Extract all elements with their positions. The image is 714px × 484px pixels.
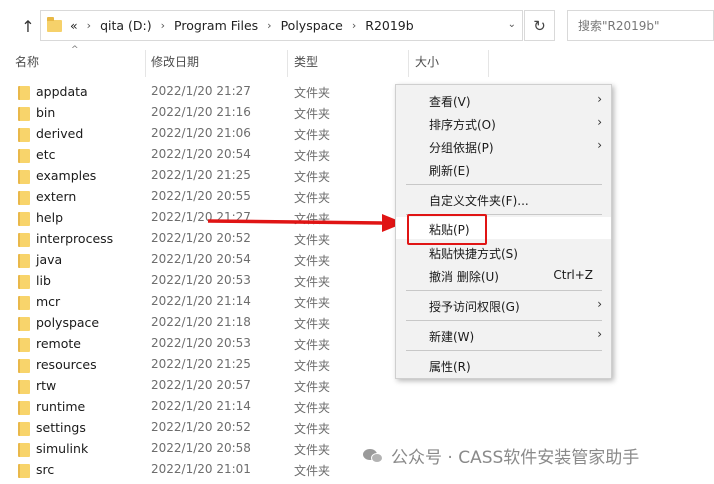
chevron-right-icon: ›	[597, 92, 602, 106]
menu-item-view[interactable]: 查看(V) ›	[396, 89, 611, 111]
wechat-icon	[363, 447, 385, 465]
watermark: 公众号 · CASS软件安装管家助手	[363, 443, 639, 468]
chevron-right-icon: ›	[597, 327, 602, 341]
menu-item-grant-access[interactable]: 授予访问权限(G) ›	[396, 294, 611, 316]
menu-item-customize-folder[interactable]: 自定义文件夹(F)...	[396, 188, 611, 210]
shortcut-label: Ctrl+Z	[553, 268, 593, 282]
menu-item-properties[interactable]: 属性(R)	[396, 354, 611, 376]
chevron-right-icon: ›	[597, 297, 602, 311]
watermark-text: 公众号 · CASS软件安装管家助手	[391, 448, 640, 468]
chevron-right-icon: ›	[597, 115, 602, 129]
menu-separator	[406, 290, 602, 291]
menu-separator	[406, 184, 602, 185]
chevron-right-icon: ›	[597, 138, 602, 152]
menu-item-group[interactable]: 分组依据(P) ›	[396, 135, 611, 157]
menu-separator	[406, 350, 602, 351]
annotation-highlight-box	[407, 214, 487, 245]
menu-item-new[interactable]: 新建(W) ›	[396, 324, 611, 346]
menu-separator	[406, 320, 602, 321]
menu-item-refresh[interactable]: 刷新(E)	[396, 158, 611, 180]
menu-item-undo-delete[interactable]: 撤消 删除(U) Ctrl+Z	[396, 264, 611, 286]
menu-item-sort[interactable]: 排序方式(O) ›	[396, 112, 611, 134]
